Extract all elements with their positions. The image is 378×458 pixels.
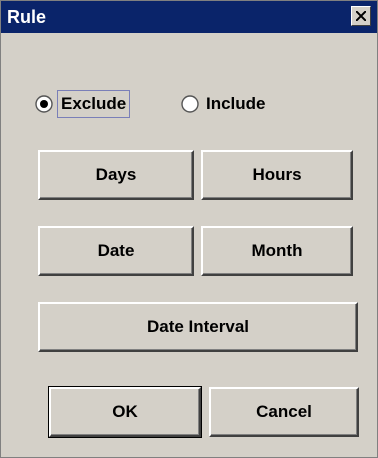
close-icon [356, 11, 366, 21]
exclude-label: Exclude [57, 90, 131, 118]
month-button[interactable]: Month [201, 226, 353, 276]
rule-dialog: Rule Exclude Include Days Hours Date Mon… [0, 0, 378, 458]
date-interval-button[interactable]: Date Interval [38, 302, 358, 352]
hours-button[interactable]: Hours [201, 150, 353, 200]
radio-unchecked-icon [181, 95, 199, 113]
close-button[interactable] [351, 6, 371, 26]
title-bar: Rule [1, 1, 377, 33]
include-radio[interactable]: Include [181, 89, 269, 119]
date-button[interactable]: Date [38, 226, 194, 276]
include-label: Include [206, 94, 266, 113]
ok-button[interactable]: OK [48, 386, 202, 438]
exclude-radio[interactable]: Exclude [35, 89, 131, 119]
cancel-button[interactable]: Cancel [209, 387, 359, 437]
radio-checked-icon [35, 95, 53, 113]
dialog-title: Rule [7, 7, 47, 27]
days-button[interactable]: Days [38, 150, 194, 200]
